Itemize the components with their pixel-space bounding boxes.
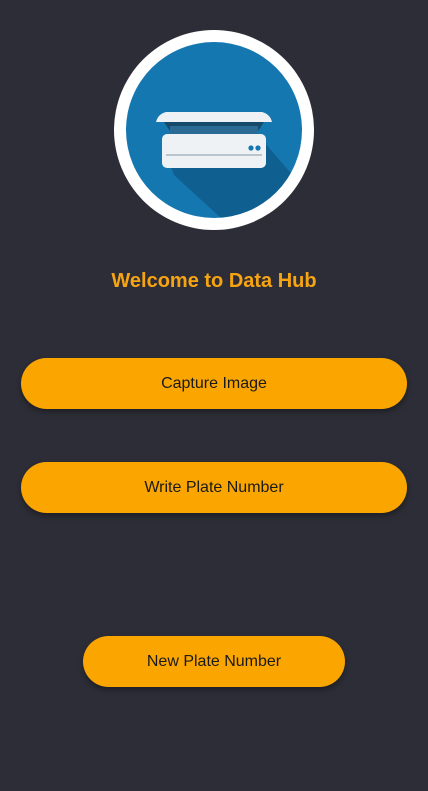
new-plate-number-button[interactable]: New Plate Number	[83, 636, 345, 687]
app-logo	[114, 30, 314, 230]
welcome-title: Welcome to Data Hub	[111, 270, 317, 292]
capture-image-button[interactable]: Capture Image	[21, 358, 407, 409]
scanner-icon	[114, 30, 314, 230]
write-plate-number-button[interactable]: Write Plate Number	[21, 462, 407, 513]
